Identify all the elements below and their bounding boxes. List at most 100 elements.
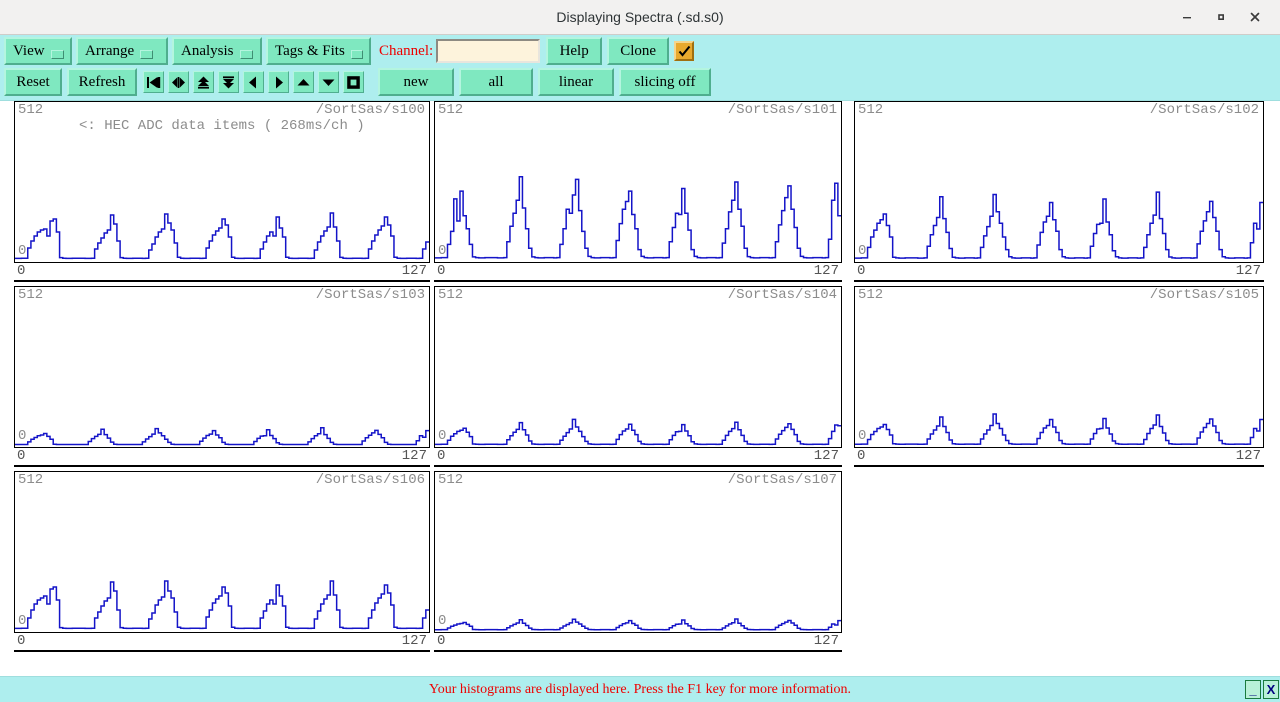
spectrum-axis-line [434,280,842,282]
spectrum-x-axis: 0 127 [854,263,1264,283]
reset-button[interactable]: Reset [4,68,62,96]
spectrum-ymax-label: 512 [18,288,43,302]
spectrum-title: /SortSas/s103 [316,288,425,302]
close-icon[interactable] [1238,0,1272,34]
window-title: Displaying Spectra (.sd.s0) [0,0,1280,34]
spectrum-ymin-label: 0 [858,429,866,443]
menu-analysis[interactable]: Analysis [172,37,262,65]
menu-analysis-label: Analysis [181,43,234,60]
channel-label: Channel: [379,43,433,60]
mode-new-label: new [404,74,429,91]
status-message: Your histograms are displayed here. Pres… [0,677,1280,702]
menu-view[interactable]: View [4,37,72,65]
help-button[interactable]: Help [546,37,602,65]
spectrum-plot-area[interactable]: 512/SortSas/s1070 [434,471,842,633]
arrow-up-icon[interactable] [293,71,314,93]
arrow-right-icon[interactable] [268,71,289,93]
spectra-grid: 512/SortSas/s100<: HEC ADC data items ( … [0,101,1280,675]
spectrum-ymin-label: 0 [858,244,866,258]
spectrum-xmin-label: 0 [437,633,445,649]
expand-horizontal-icon[interactable] [168,71,189,93]
clone-button-label: Clone [620,43,656,60]
checkmark-icon [678,45,691,58]
corner-controls: _ X [1245,680,1279,699]
spectrum-trace [435,472,841,632]
spectrum-xmin-label: 0 [437,448,445,464]
arrow-left-icon[interactable] [243,71,264,93]
menu-arrange-label: Arrange [85,43,134,60]
spectrum-xmin-label: 0 [17,448,25,464]
spectra-window: Displaying Spectra (.sd.s0) View [0,0,1280,702]
spectrum-ymax-label: 512 [438,103,463,117]
corner-minimize-button[interactable]: _ [1245,680,1261,699]
refresh-button[interactable]: Refresh [67,68,137,96]
maximize-icon[interactable] [1204,0,1238,34]
spectrum-axis-line [854,280,1264,282]
spectrum-x-axis: 0127 [854,448,1264,468]
go-first-icon[interactable] [143,71,164,93]
spectrum-ymax-label: 512 [18,103,43,117]
spectrum-ymax-label: 512 [858,288,883,302]
help-button-label: Help [560,43,589,60]
spectrum-xmin-label: 0 [857,263,865,279]
spectrum-xmax-label: 127 [814,263,839,279]
menu-arrange[interactable]: Arrange [76,37,168,65]
spectrum-xmax-label: 127 [402,448,427,464]
stop-square-icon[interactable] [343,71,364,93]
slicing-toggle-label: slicing off [635,74,696,91]
arrow-down-icon[interactable] [318,71,339,93]
clone-button[interactable]: Clone [607,37,669,65]
spectrum-ymin-label: 0 [18,429,26,443]
spectrum-ymin-label: 0 [438,614,446,628]
corner-close-button[interactable]: X [1263,680,1279,699]
toolbar-row-actions: Reset Refresh [0,67,711,97]
title-bar: Displaying Spectra (.sd.s0) [0,0,1280,35]
scale-linear-button[interactable]: linear [538,68,614,96]
spectrum-xmax-label: 127 [1236,263,1261,279]
spectrum-title: /SortSas/s100 [316,103,425,117]
mode-all-button[interactable]: all [459,68,533,96]
spectrum-plot-area[interactable]: 512/SortSas/s100<: HEC ADC data items ( … [14,101,430,263]
spectrum-ymax-label: 512 [438,473,463,487]
menu-view-label: View [13,43,45,60]
spectrum-ymin-label: 0 [438,429,446,443]
scroll-up-fast-icon[interactable] [193,71,214,93]
auto-update-checkbox[interactable] [674,41,694,61]
spectrum-ymax-label: 512 [858,103,883,117]
slicing-toggle-button[interactable]: slicing off [619,68,711,96]
menu-tags-fits-label: Tags & Fits [275,43,345,60]
spectrum-plot-area[interactable]: 512/SortSas/s1050 [854,286,1264,448]
spectrum-ymin-label: 0 [18,244,26,258]
spectrum-xmax-label: 127 [402,633,427,649]
spectrum-ymax-label: 512 [438,288,463,302]
spectrum-title: /SortSas/s104 [728,288,837,302]
spectrum-xmin-label: 0 [437,263,445,279]
spectrum-x-axis: 0 127 [14,448,430,468]
spectrum-plot-area[interactable]: 512/SortSas/s104 0 [434,286,842,448]
scroll-down-fast-icon[interactable] [218,71,239,93]
channel-input[interactable] [436,39,540,63]
spectrum-plot-area[interactable]: 512/SortSas/s1010 [434,101,842,263]
spectrum-x-axis: 0127 [14,633,430,653]
spectrum-x-axis: 0127 [14,263,430,283]
spectrum-plot-area[interactable]: 512/SortSas/s103 0 [14,286,430,448]
spectrum-xmin-label: 0 [17,263,25,279]
mode-new-button[interactable]: new [378,68,454,96]
spectrum-xmax-label: 127 [814,633,839,649]
spectrum-xmax-label: 127 [814,448,839,464]
spectrum-axis-line [14,465,430,467]
spectrum-plot-area[interactable]: 512/SortSas/s1060 [14,471,430,633]
spectrum-trace [15,472,429,632]
menu-tags-fits[interactable]: Tags & Fits [266,37,371,65]
spectrum-x-axis: 0 127 [434,263,842,283]
minimize-icon[interactable] [1170,0,1204,34]
spectrum-ymax-label: 512 [18,473,43,487]
chevron-down-icon [240,50,253,59]
spectrum-ymin-label: 0 [18,614,26,628]
spectrum-plot-area[interactable]: 512/SortSas/s1020 [854,101,1264,263]
spectrum-axis-line [14,280,430,282]
chevron-down-icon [351,50,363,59]
spectrum-axis-line [14,650,430,652]
refresh-button-label: Refresh [79,74,126,91]
spectrum-trace [435,287,841,447]
